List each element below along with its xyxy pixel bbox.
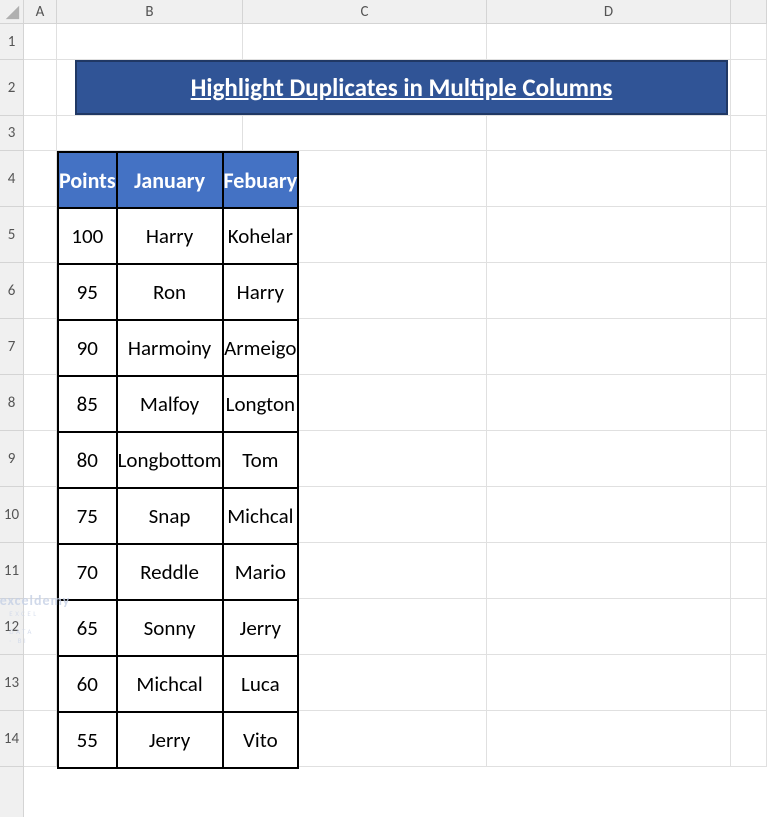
table-row: 90 Harmoiny Armeigo bbox=[58, 320, 298, 376]
column-headers: A B C D bbox=[24, 0, 767, 24]
cell-points[interactable]: 95 bbox=[58, 264, 117, 320]
row-header-10[interactable]: 10 bbox=[0, 487, 23, 543]
cell-jan[interactable]: Malfoy bbox=[117, 376, 223, 432]
cell-jan[interactable]: Jerry bbox=[117, 712, 223, 768]
col-header-e[interactable] bbox=[731, 0, 767, 23]
table-row: 70 Reddle Mario bbox=[58, 544, 298, 600]
header-january[interactable]: January bbox=[117, 152, 223, 208]
cell-feb[interactable]: Longton bbox=[223, 376, 299, 432]
cell-points[interactable]: 90 bbox=[58, 320, 117, 376]
row-header-3[interactable]: 3 bbox=[0, 116, 23, 151]
col-header-a[interactable]: A bbox=[24, 0, 57, 23]
cell-jan[interactable]: Ron bbox=[117, 264, 223, 320]
table-row: 100 Harry Kohelar bbox=[58, 208, 298, 264]
cell-points[interactable]: 70 bbox=[58, 544, 117, 600]
cell-feb[interactable]: Mario bbox=[223, 544, 299, 600]
row-header-2[interactable]: 2 bbox=[0, 60, 23, 116]
col-header-c[interactable]: C bbox=[243, 0, 487, 23]
row-header-14[interactable]: 14 bbox=[0, 711, 23, 767]
table-row: 85 Malfoy Longton bbox=[58, 376, 298, 432]
row-header-6[interactable]: 6 bbox=[0, 263, 23, 319]
row-header-1[interactable]: 1 bbox=[0, 24, 23, 60]
cell-points[interactable]: 100 bbox=[58, 208, 117, 264]
cell-feb[interactable]: Vito bbox=[223, 712, 299, 768]
table-row: 80 Longbottom Tom bbox=[58, 432, 298, 488]
cell-feb[interactable]: Kohelar bbox=[223, 208, 299, 264]
header-points[interactable]: Points bbox=[58, 152, 117, 208]
cell-feb[interactable]: Armeigo bbox=[223, 320, 299, 376]
row-header-8[interactable]: 8 bbox=[0, 375, 23, 431]
cell-points[interactable]: 60 bbox=[58, 656, 117, 712]
cell-jan[interactable]: Michcal bbox=[117, 656, 223, 712]
col-header-b[interactable]: B bbox=[57, 0, 243, 23]
col-header-d[interactable]: D bbox=[487, 0, 731, 23]
row-header-12[interactable]: 12 bbox=[0, 599, 23, 655]
cell-jan[interactable]: Longbottom bbox=[117, 432, 223, 488]
cell-feb[interactable]: Harry bbox=[223, 264, 299, 320]
row-header-9[interactable]: 9 bbox=[0, 431, 23, 487]
cell-jan[interactable]: Snap bbox=[117, 488, 223, 544]
cell-jan[interactable]: Reddle bbox=[117, 544, 223, 600]
cell-feb[interactable]: Luca bbox=[223, 656, 299, 712]
cell-points[interactable]: 80 bbox=[58, 432, 117, 488]
cell-feb[interactable]: Tom bbox=[223, 432, 299, 488]
cell-points[interactable]: 85 bbox=[58, 376, 117, 432]
table-header-row: Points January Febuary bbox=[58, 152, 298, 208]
table-row: 65 Sonny Jerry bbox=[58, 600, 298, 656]
cell-points[interactable]: 75 bbox=[58, 488, 117, 544]
table-row: 75 Snap Michcal bbox=[58, 488, 298, 544]
cell-points[interactable]: 65 bbox=[58, 600, 117, 656]
data-table: Points January Febuary 100 Harry Kohelar… bbox=[57, 151, 299, 769]
cell-feb[interactable]: Michcal bbox=[223, 488, 299, 544]
header-febuary[interactable]: Febuary bbox=[223, 152, 299, 208]
cell-feb[interactable]: Jerry bbox=[223, 600, 299, 656]
cell-jan[interactable]: Harmoiny bbox=[117, 320, 223, 376]
select-all-corner[interactable] bbox=[0, 0, 24, 24]
row-header-7[interactable]: 7 bbox=[0, 319, 23, 375]
row-headers: 1 2 3 4 5 6 7 8 9 10 11 12 13 14 bbox=[0, 24, 24, 817]
cell-jan[interactable]: Sonny bbox=[117, 600, 223, 656]
cell-jan[interactable]: Harry bbox=[117, 208, 223, 264]
row-header-5[interactable]: 5 bbox=[0, 207, 23, 263]
table-row: 60 Michcal Luca bbox=[58, 656, 298, 712]
table-row: 55 Jerry Vito bbox=[58, 712, 298, 768]
page-title[interactable]: Highlight Duplicates in Multiple Columns bbox=[75, 60, 728, 115]
row-header-13[interactable]: 13 bbox=[0, 655, 23, 711]
cell-points[interactable]: 55 bbox=[58, 712, 117, 768]
row-header-11[interactable]: 11 bbox=[0, 543, 23, 599]
table-row: 95 Ron Harry bbox=[58, 264, 298, 320]
row-header-4[interactable]: 4 bbox=[0, 151, 23, 207]
